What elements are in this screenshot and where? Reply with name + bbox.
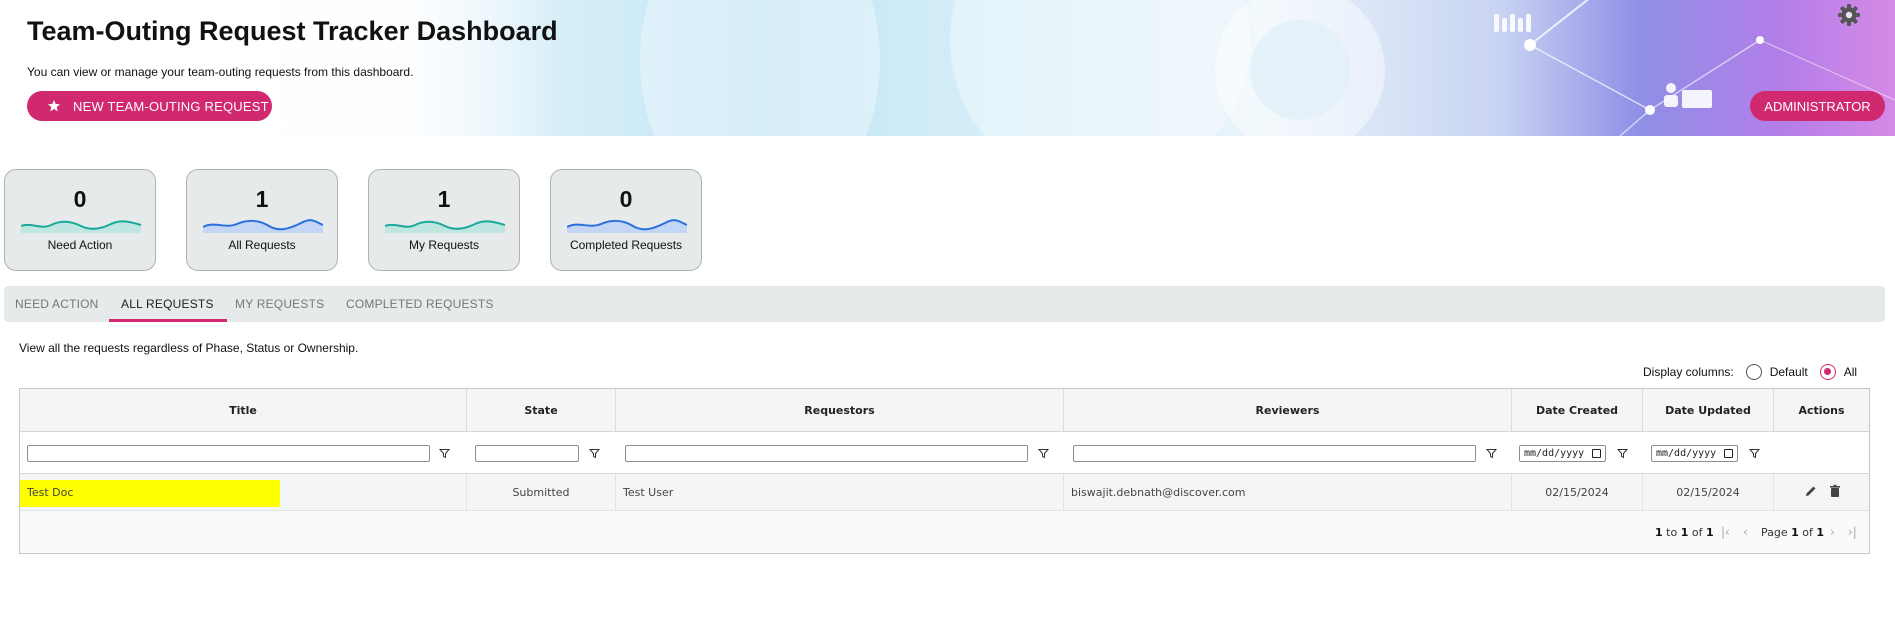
- wave-graphic: [21, 220, 141, 233]
- title-filter-input[interactable]: [27, 445, 430, 462]
- administrator-button[interactable]: ADMINISTRATOR: [1750, 91, 1885, 121]
- state-filter-input[interactable]: [475, 445, 579, 462]
- wave-graphic: [567, 219, 687, 233]
- page-of-word: of: [1802, 526, 1813, 539]
- stat-card-my-requests[interactable]: 1 My Requests: [368, 169, 520, 271]
- range-total: 1: [1705, 526, 1714, 539]
- wave-graphic: [385, 220, 505, 233]
- date-placeholder: mm/dd/yyyy: [1656, 448, 1717, 459]
- delete-icon[interactable]: [1828, 484, 1842, 498]
- administrator-label: ADMINISTRATOR: [1764, 98, 1871, 114]
- column-header-title[interactable]: Title: [20, 389, 467, 432]
- new-request-label: NEW TEAM-OUTING REQUEST: [73, 98, 269, 114]
- column-header-actions: Actions: [1798, 404, 1845, 417]
- stat-value: 1: [437, 186, 451, 212]
- column-header-requestors[interactable]: Requestors: [616, 389, 1064, 432]
- stat-label: All Requests: [228, 238, 296, 252]
- column-header-date-updated[interactable]: Date Updated: [1643, 389, 1774, 432]
- cell-title[interactable]: Test Doc: [20, 474, 467, 511]
- filter-icon[interactable]: [1749, 448, 1760, 459]
- tab-need-action[interactable]: NEED ACTION: [15, 297, 99, 311]
- date-created-filter-input[interactable]: mm/dd/yyyy: [1519, 445, 1606, 462]
- stat-value: 0: [619, 186, 633, 212]
- request-title[interactable]: Test Doc: [27, 486, 73, 499]
- current-page: 1: [1791, 526, 1799, 539]
- total-pages: 1: [1816, 526, 1825, 539]
- previous-page-icon[interactable]: ‹: [1743, 525, 1748, 539]
- filter-icon[interactable]: [589, 448, 600, 459]
- date-placeholder: mm/dd/yyyy: [1524, 448, 1585, 459]
- gear-icon[interactable]: [1837, 3, 1861, 27]
- column-header-reviewers[interactable]: Reviewers: [1064, 389, 1512, 432]
- page-title: Team-Outing Request Tracker Dashboard: [27, 16, 558, 46]
- range-to: 1: [1680, 526, 1689, 539]
- active-tab-indicator: [109, 319, 227, 322]
- tab-my-requests[interactable]: MY REQUESTS: [235, 297, 324, 311]
- grid-filter-row: mm/dd/yyyy mm/dd/yyyy: [20, 432, 1869, 474]
- stat-value: 1: [255, 186, 269, 212]
- page-subtitle: You can view or manage your team-outing …: [27, 65, 414, 79]
- page-word: Page: [1761, 526, 1788, 539]
- stat-card-completed-requests[interactable]: 0 Completed Requests: [550, 169, 702, 271]
- stat-label: My Requests: [408, 238, 480, 252]
- cell-date-created: 02/15/2024: [1512, 474, 1643, 511]
- cell-date-updated: 02/15/2024: [1643, 474, 1774, 511]
- stat-card-all-requests[interactable]: 1 All Requests: [186, 169, 338, 271]
- star-icon: [47, 99, 61, 113]
- date-updated-filter-input[interactable]: mm/dd/yyyy: [1651, 445, 1738, 462]
- calendar-icon[interactable]: [1724, 449, 1733, 458]
- tab-completed-requests[interactable]: COMPLETED REQUESTS: [346, 297, 494, 311]
- stat-label: Need Action: [47, 238, 113, 252]
- header-banner: Team-Outing Request Tracker Dashboard Yo…: [0, 0, 1895, 136]
- range-of-word: of: [1691, 526, 1703, 539]
- last-page-icon[interactable]: ›|: [1848, 525, 1857, 539]
- display-columns-label: Display columns:: [1643, 365, 1734, 379]
- wave-graphic: [203, 219, 323, 233]
- radio-all[interactable]: [1819, 364, 1836, 380]
- column-header-state[interactable]: State: [467, 389, 616, 432]
- column-header-date-created[interactable]: Date Created: [1512, 389, 1643, 432]
- grid-header: Title State Requestors Reviewers Date Cr…: [20, 389, 1869, 432]
- reviewers-filter-input[interactable]: [1073, 445, 1476, 462]
- radio-default-label: Default: [1769, 365, 1808, 379]
- range-to-word: to: [1666, 526, 1678, 539]
- filter-icon[interactable]: [1617, 448, 1628, 459]
- tab-description: View all the requests regardless of Phas…: [19, 341, 359, 355]
- stat-value: 0: [73, 186, 87, 212]
- radio-default[interactable]: [1745, 364, 1762, 380]
- filter-icon[interactable]: [1486, 448, 1497, 459]
- pagination-summary: 1 to 1 of 1: [1655, 526, 1714, 539]
- requestors-filter-input[interactable]: [625, 445, 1028, 462]
- edit-icon[interactable]: [1804, 484, 1818, 498]
- new-team-outing-request-button[interactable]: NEW TEAM-OUTING REQUEST: [27, 91, 272, 121]
- page-indicator: Page 1 of 1: [1761, 526, 1824, 539]
- tab-all-requests[interactable]: ALL REQUESTS: [121, 297, 214, 311]
- next-page-icon[interactable]: ›: [1830, 525, 1835, 539]
- filter-icon[interactable]: [1038, 448, 1049, 459]
- request-tabs: NEED ACTION ALL REQUESTS MY REQUESTS COM…: [4, 286, 1885, 322]
- stat-label: Completed Requests: [569, 238, 683, 252]
- range-from: 1: [1655, 526, 1663, 539]
- cell-requestors: Test User: [616, 474, 1064, 511]
- cell-reviewers: biswajit.debnath@discover.com: [1064, 474, 1512, 511]
- requests-grid: Title State Requestors Reviewers Date Cr…: [19, 388, 1870, 554]
- display-columns-control: Display columns: Default All: [1643, 364, 1857, 380]
- stat-card-need-action[interactable]: 0 Need Action: [4, 169, 156, 271]
- table-row[interactable]: Test Doc Submitted Test User biswajit.de…: [20, 474, 1869, 511]
- filter-icon[interactable]: [439, 448, 450, 459]
- first-page-icon[interactable]: |‹: [1721, 525, 1730, 539]
- calendar-icon[interactable]: [1592, 449, 1601, 458]
- radio-all-label: All: [1843, 365, 1858, 379]
- cell-state: Submitted: [467, 474, 616, 511]
